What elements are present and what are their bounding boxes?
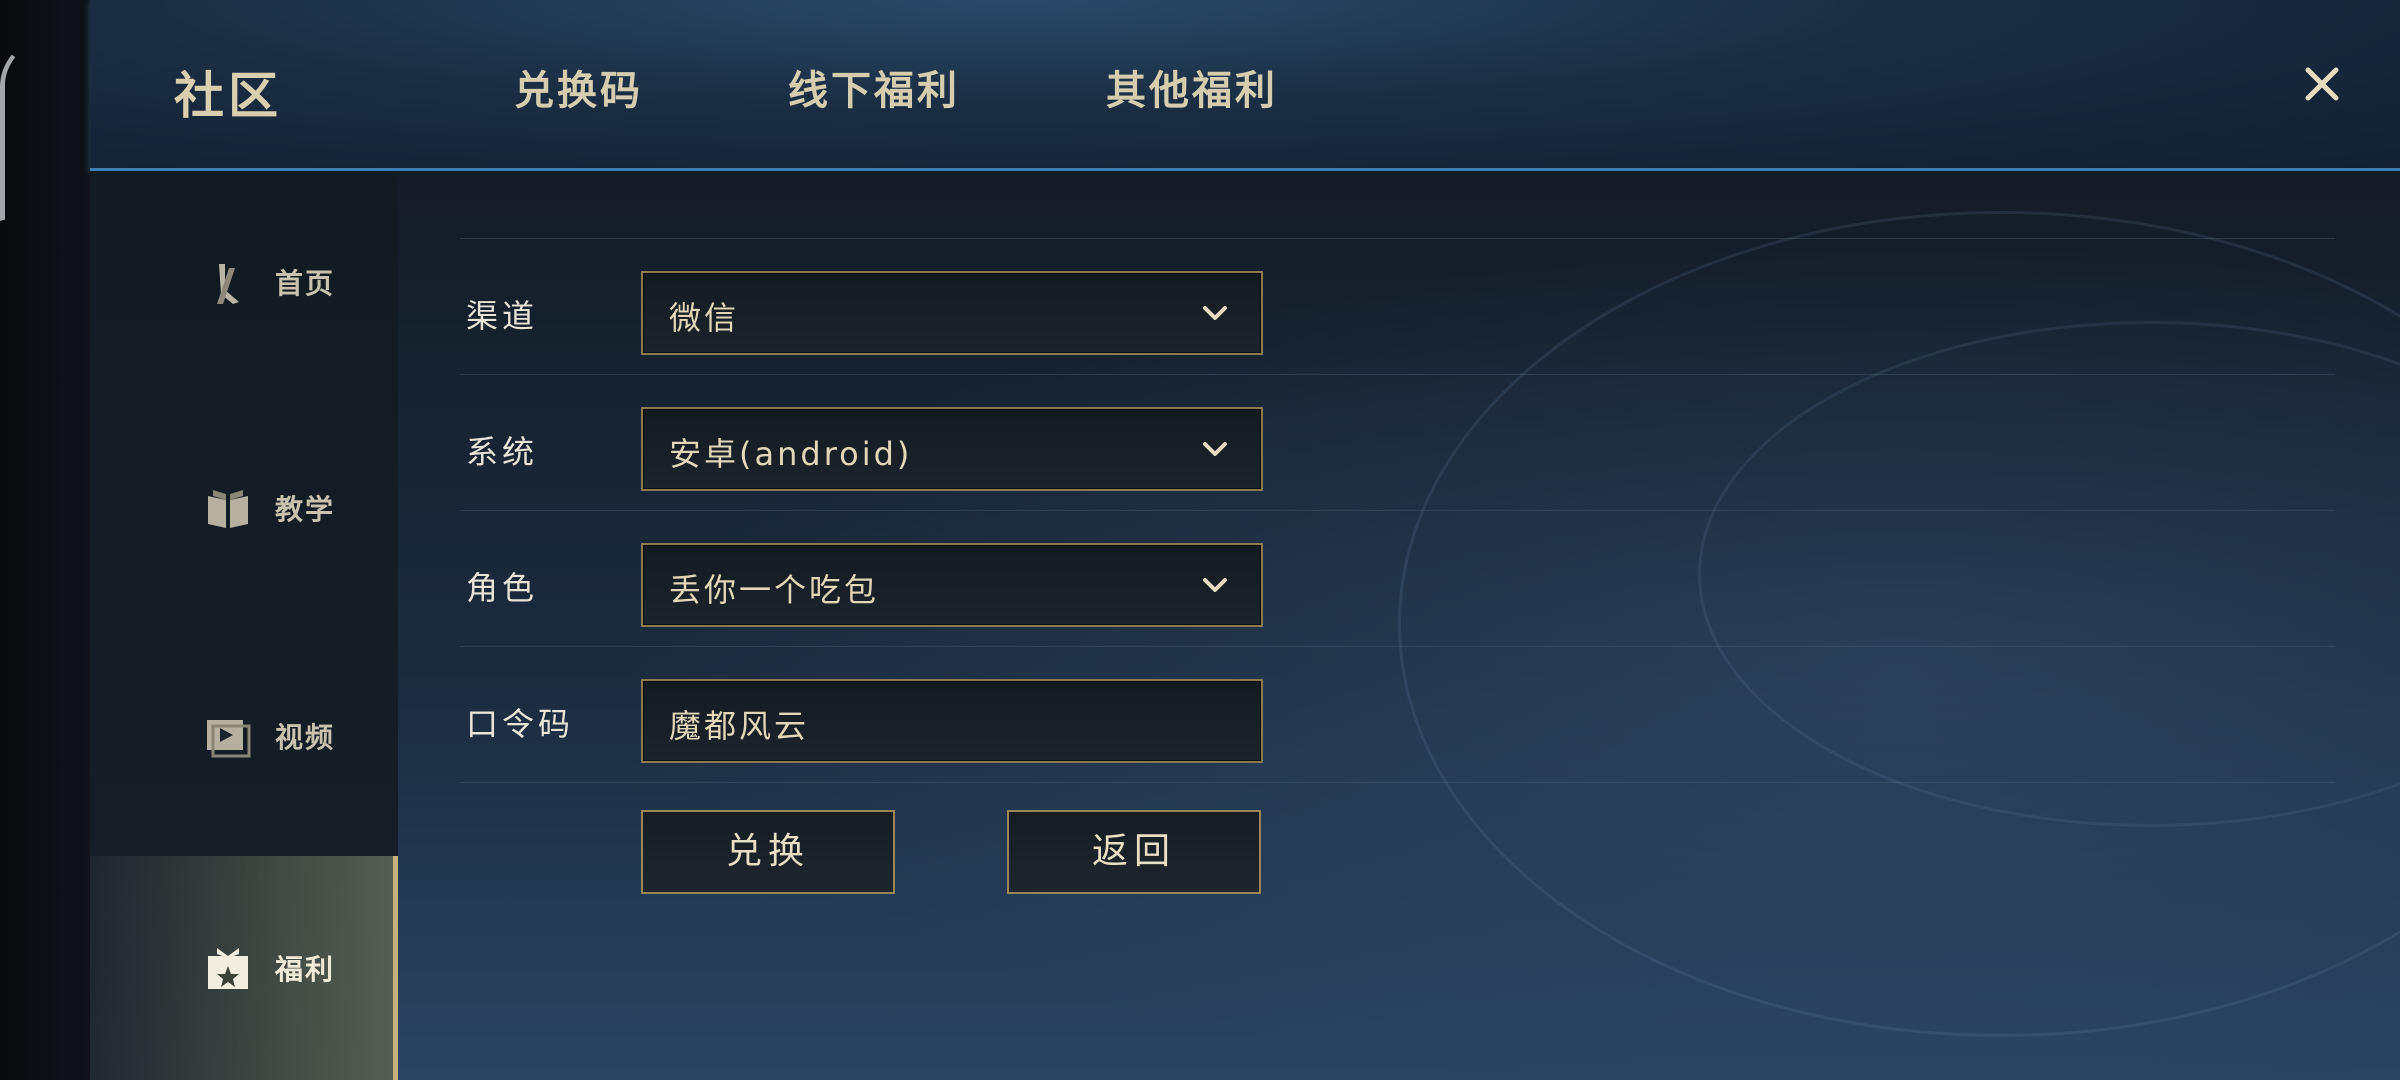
tab-redeem-code[interactable]: 兑换码	[514, 58, 643, 116]
close-button[interactable]	[2296, 58, 2348, 110]
redeem-form-panel: 渠道 微信 系统 安卓(android) 角色 丢你一个吃包 口令码 魔都风云 …	[398, 171, 2400, 1080]
left-edge-strip	[0, 0, 90, 1080]
divider	[460, 782, 2335, 783]
chevron-down-icon	[1203, 306, 1227, 320]
sidebar-item-tutorial[interactable]: 教学	[90, 448, 398, 568]
channel-select[interactable]: 微信	[641, 271, 1263, 355]
video-icon	[207, 720, 251, 758]
chevron-down-icon	[1203, 442, 1227, 456]
back-button[interactable]: 返回	[1007, 810, 1261, 894]
role-label: 角色	[466, 569, 539, 607]
divider	[460, 510, 2335, 511]
code-label: 口令码	[466, 705, 575, 743]
system-label: 系统	[466, 433, 539, 471]
top-header: 社区 兑换码 线下福利 其他福利	[90, 0, 2400, 171]
sidebar-item-home[interactable]: 首页	[90, 222, 398, 342]
system-select[interactable]: 安卓(android)	[641, 407, 1263, 491]
channel-label: 渠道	[466, 297, 539, 335]
sidebar-item-label: 首页	[275, 267, 336, 300]
book-icon	[208, 490, 248, 528]
sword-icon	[217, 264, 239, 304]
tab-offline-benefits[interactable]: 线下福利	[788, 58, 960, 116]
code-input[interactable]: 魔都风云	[641, 679, 1263, 763]
divider	[460, 238, 2335, 239]
sidebar-item-label: 视频	[275, 721, 336, 754]
sidebar-item-label: 教学	[275, 493, 336, 526]
chevron-down-icon	[1203, 578, 1227, 592]
edge-arc-decoration	[0, 33, 45, 222]
page-title: 社区	[174, 67, 282, 125]
code-value: 魔都风云	[669, 707, 810, 745]
tab-other-benefits[interactable]: 其他福利	[1106, 58, 1278, 116]
role-value: 丢你一个吃包	[669, 571, 880, 609]
role-select[interactable]: 丢你一个吃包	[641, 543, 1263, 627]
divider	[460, 374, 2335, 375]
redeem-button[interactable]: 兑换	[641, 810, 895, 894]
divider	[460, 646, 2335, 647]
system-value: 安卓(android)	[669, 435, 913, 473]
sidebar-item-video[interactable]: 视频	[90, 676, 398, 796]
app-root: 社区 兑换码 线下福利 其他福利 首页 教学 视频 福利 渠道 微信 系统 安卓…	[0, 0, 2400, 1080]
sidebar-item-benefits[interactable]: 福利	[90, 856, 398, 1080]
channel-value: 微信	[669, 299, 740, 337]
sidebar-item-label: 福利	[275, 953, 336, 986]
close-icon	[2305, 67, 2339, 101]
gift-icon	[208, 948, 248, 989]
